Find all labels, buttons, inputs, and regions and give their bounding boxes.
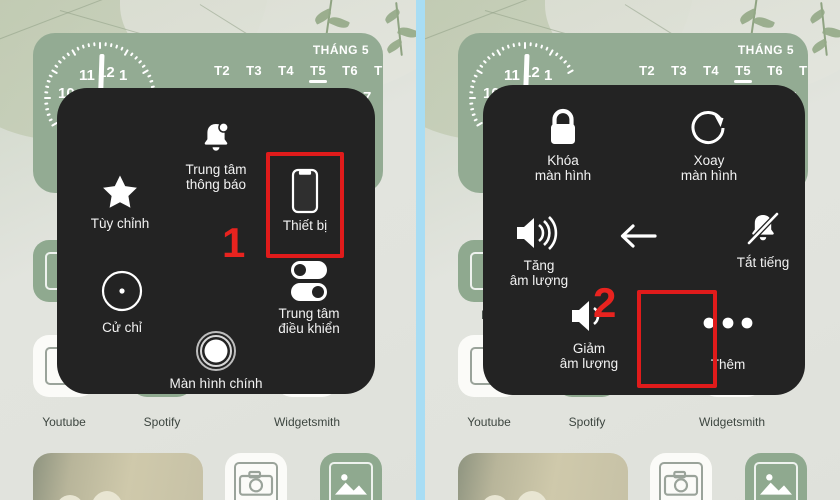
calendar-day[interactable]: T4: [275, 63, 297, 78]
highlight-box-more: [637, 290, 717, 388]
menu-item-label: Tăng âm lượng: [509, 258, 569, 288]
pane-divider: [416, 0, 425, 500]
menu-item-control-center[interactable]: Trung tâm điều khiển: [250, 258, 368, 336]
camera-icon: [663, 470, 699, 496]
toggles-icon: [250, 258, 368, 304]
menu-item-back[interactable]: [608, 213, 668, 261]
rotate-icon: [651, 105, 767, 151]
step-number-2: 2: [593, 279, 617, 326]
calendar-month-label: THÁNG 5: [312, 43, 369, 57]
menu-item-label: Xoay màn hình: [680, 153, 738, 183]
menu-item-home[interactable]: Màn hình chính: [153, 328, 279, 391]
lock-icon: [505, 105, 621, 151]
calendar-day[interactable]: T3: [243, 63, 265, 78]
calendar-day[interactable]: T3: [668, 63, 690, 78]
menu-item-label: Giảm âm lượng: [559, 341, 619, 371]
menu-item-rotate-screen[interactable]: Xoay màn hình: [651, 105, 767, 183]
clock-number: 11: [504, 67, 520, 84]
calendar-day[interactable]: T2: [636, 63, 658, 78]
step-number-1: 1: [222, 219, 246, 266]
photos-icon: [335, 474, 367, 495]
photos-icon: [760, 474, 792, 495]
app-icon-photos[interactable]: [320, 453, 382, 500]
app-icon-camera[interactable]: [225, 453, 287, 500]
calendar-day[interactable]: T4: [700, 63, 722, 78]
leaf-decoration: [808, 2, 840, 72]
calendar-day[interactable]: T6: [339, 63, 361, 78]
menu-item-volume-up[interactable]: Tăng âm lượng: [479, 210, 599, 288]
app-label-spotify: Spotify: [568, 415, 606, 429]
phone-screenshot-left: 11 12 1 10 THÁNG 5 T2 T3 T4 T5 T6 T7 CN …: [0, 0, 416, 500]
menu-item-label: Tùy chỉnh: [90, 216, 150, 231]
calendar-day[interactable]: T6: [764, 63, 786, 78]
bell-icon: [158, 114, 274, 160]
app-label-spotify: Spotify: [143, 415, 181, 429]
menu-item-label: Tắt tiếng: [736, 255, 790, 270]
volume-down-icon: [529, 293, 649, 339]
calendar-day-active[interactable]: T5: [732, 63, 754, 83]
gesture-icon: [67, 268, 177, 314]
menu-item-favorites[interactable]: Tùy chỉnh: [65, 168, 175, 231]
calendar-day[interactable]: T7: [371, 63, 383, 78]
home-button-icon: [153, 328, 279, 374]
clock-number: 1: [544, 67, 553, 84]
menu-item-label: Khóa màn hình: [534, 153, 592, 183]
calendar-day-row: T2 T3 T4 T5 T6 T7 CN: [211, 63, 383, 83]
clock-number: 1: [119, 67, 128, 84]
screenshot-root: 11 12 1 10 THÁNG 5 T2 T3 T4 T5 T6 T7 CN …: [0, 0, 840, 500]
menu-item-label: Màn hình chính: [169, 376, 263, 391]
bell-slash-icon: [715, 207, 811, 253]
photo-widget[interactable]: [33, 453, 203, 500]
calendar-day-active[interactable]: T5: [307, 63, 329, 83]
app-label-widgetsmith: Widgetsmith: [273, 415, 341, 429]
clock-number: 11: [79, 67, 95, 84]
star-icon: [65, 168, 175, 214]
back-arrow-icon: [608, 213, 668, 259]
menu-item-gestures[interactable]: Cử chỉ: [67, 268, 177, 335]
calendar-month-label: THÁNG 5: [737, 43, 794, 57]
photo-widget[interactable]: [458, 453, 628, 500]
app-label-youtube: Youtube: [42, 415, 86, 429]
calendar-day[interactable]: T7: [796, 63, 808, 78]
highlight-box-device: [266, 152, 344, 258]
calendar-day[interactable]: T2: [211, 63, 233, 78]
app-label-youtube: Youtube: [467, 415, 511, 429]
leaf-decoration: [383, 2, 416, 72]
volume-up-icon: [479, 210, 599, 256]
menu-item-lock-screen[interactable]: Khóa màn hình: [505, 105, 621, 183]
menu-item-mute[interactable]: Tắt tiếng: [715, 207, 811, 270]
app-label-widgetsmith: Widgetsmith: [698, 415, 766, 429]
phone-screenshot-right: 11 12 1 10 THÁNG 5 T2 T3 T4 T5 T6 T7 CN …: [425, 0, 840, 500]
menu-item-volume-down[interactable]: Giảm âm lượng: [529, 293, 649, 371]
calendar-day-row: T2 T3 T4 T5 T6 T7 CN: [636, 63, 808, 83]
camera-icon: [238, 470, 274, 496]
app-icon-photos[interactable]: [745, 453, 807, 500]
app-icon-camera[interactable]: [650, 453, 712, 500]
